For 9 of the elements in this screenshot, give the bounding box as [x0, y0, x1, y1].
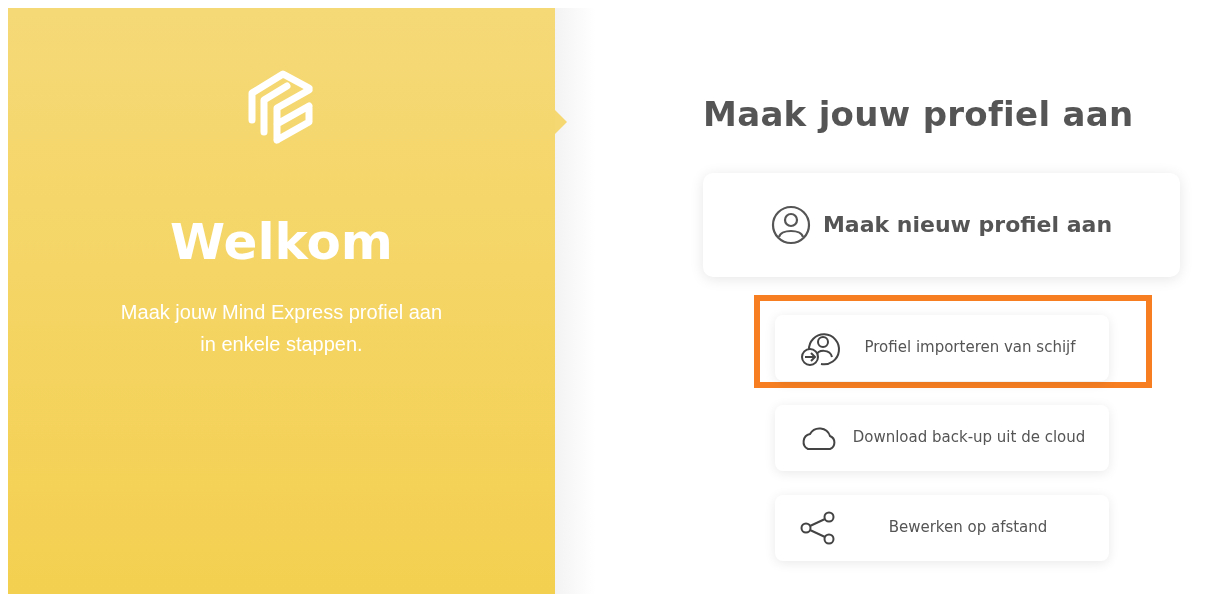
new-profile-button[interactable]: Maak nieuw profiel aan	[703, 172, 1180, 277]
welcome-subtitle: Maak jouw Mind Express profiel aan in enkele stappen.	[119, 300, 444, 357]
share-icon	[799, 510, 837, 545]
welcome-title: Welkom	[170, 212, 393, 272]
user-icon	[770, 204, 811, 245]
page-heading: Maak jouw profiel aan	[703, 94, 1135, 135]
option-button[interactable]: Profiel importeren van schijf	[775, 314, 1109, 381]
option-button[interactable]: Bewerken op afstand	[775, 494, 1109, 561]
option-button[interactable]: Download back-up uit de cloud	[775, 404, 1109, 471]
